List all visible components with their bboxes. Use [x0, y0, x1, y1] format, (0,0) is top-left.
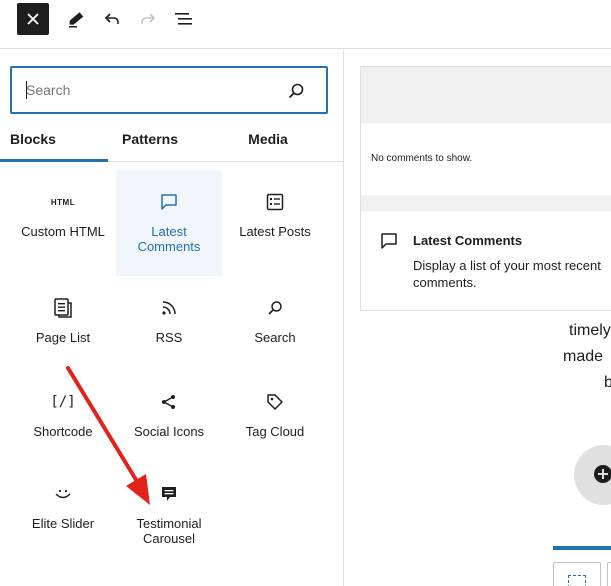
- toolbar-button[interactable]: [607, 562, 611, 586]
- block-label: Shortcode: [33, 424, 93, 439]
- pencil-icon: [69, 12, 84, 28]
- tab-patterns[interactable]: Patterns: [108, 122, 192, 162]
- redo-icon: [141, 13, 156, 24]
- block-item-search[interactable]: Search: [222, 276, 328, 376]
- smiley-icon: [51, 482, 75, 506]
- block-label: Elite Slider: [31, 516, 95, 531]
- preview-block-description: Display a list of your most recent comme…: [413, 258, 601, 290]
- undo-icon: [104, 13, 119, 24]
- select-tool-button[interactable]: [553, 562, 601, 586]
- list-view-button[interactable]: [168, 3, 200, 35]
- block-label: Latest Posts: [239, 224, 311, 239]
- preview-block-title: Latest Comments: [413, 233, 523, 248]
- shortcode-icon: [/]: [50, 394, 76, 410]
- editor-text-line: made: [563, 348, 604, 365]
- editor-toolbar: [0, 0, 611, 49]
- preview-header: [361, 67, 611, 123]
- editor-text-line: timely: [569, 322, 611, 339]
- search-icon: [263, 296, 287, 320]
- preview-message: No comments to show.: [371, 153, 473, 164]
- block-item-custom-html[interactable]: HTML Custom HTML: [10, 170, 116, 276]
- block-item-rss[interactable]: RSS: [116, 276, 222, 376]
- block-label: RSS: [155, 330, 183, 345]
- block-item-latest-comments[interactable]: Latest Comments: [116, 170, 222, 276]
- block-label: Tag Cloud: [245, 424, 305, 439]
- editor-text-line: b: [604, 374, 611, 391]
- search-box: [10, 66, 328, 114]
- block-label: Custom HTML: [21, 224, 105, 239]
- block-item-social-icons[interactable]: Social Icons: [116, 370, 222, 462]
- block-label: Social Icons: [133, 424, 205, 439]
- tools-button[interactable]: [60, 3, 92, 35]
- tag-icon: [263, 390, 287, 414]
- block-label: Latest Comments: [137, 224, 201, 254]
- block-item-elite-slider[interactable]: Elite Slider: [10, 462, 116, 562]
- block-label: Testimonial Carousel: [136, 516, 202, 546]
- search-input[interactable]: [26, 80, 276, 100]
- close-icon: [27, 13, 39, 25]
- tab-blocks[interactable]: Blocks: [0, 122, 108, 162]
- text-caret: [26, 81, 27, 99]
- comment-icon: [381, 233, 397, 249]
- tab-media[interactable]: Media: [228, 122, 308, 162]
- block-item-latest-posts[interactable]: Latest Posts: [222, 170, 328, 276]
- testimonial-icon: [157, 482, 181, 506]
- block-label: Search: [254, 330, 296, 345]
- preview-divider: [361, 195, 611, 211]
- block-preview: No comments to show. Latest Comments Dis…: [360, 66, 611, 311]
- html-icon: HTML: [50, 197, 76, 207]
- block-item-testimonial-carousel[interactable]: Testimonial Carousel: [116, 462, 222, 562]
- plus-icon: [594, 465, 611, 483]
- comment-icon: [157, 190, 181, 214]
- add-block-button[interactable]: [574, 445, 611, 505]
- block-inserter-panel: Blocks Patterns Media HTML Custom HTML L…: [0, 50, 344, 586]
- search-icon[interactable]: [286, 81, 306, 101]
- undo-button[interactable]: [96, 3, 128, 35]
- page-list-icon: [51, 296, 75, 320]
- share-icon: [157, 390, 181, 414]
- dashed-select-icon: [568, 575, 586, 586]
- progress-indicator: [553, 546, 611, 550]
- block-label: Page List: [35, 330, 91, 345]
- block-item-page-list[interactable]: Page List: [10, 276, 116, 376]
- block-item-shortcode[interactable]: [/] Shortcode: [10, 370, 116, 462]
- list-icon: [263, 190, 287, 214]
- rss-icon: [157, 296, 181, 320]
- inserter-tabs: Blocks Patterns Media: [0, 122, 344, 162]
- editor-canvas: No comments to show. Latest Comments Dis…: [345, 50, 611, 586]
- block-item-tag-cloud[interactable]: Tag Cloud: [222, 370, 328, 462]
- redo-button[interactable]: [132, 3, 164, 35]
- close-inserter-button[interactable]: [17, 3, 49, 35]
- list-view-icon: [175, 13, 192, 25]
